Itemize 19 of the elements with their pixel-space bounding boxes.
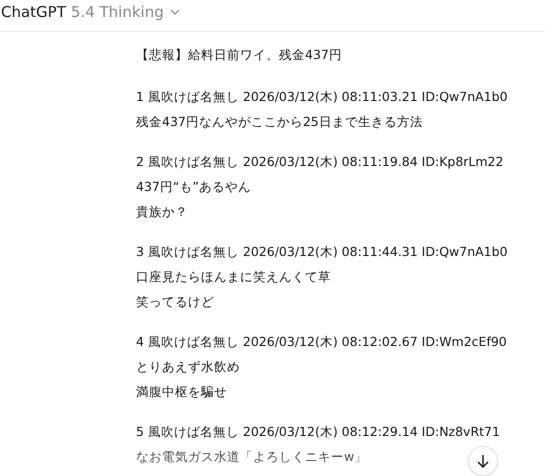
post-text: 口座見たらほんまに笑えんくて草 bbox=[136, 268, 331, 286]
post-header: 4 風吹けば名無し 2026/03/12(木) 08:12:02.67 ID:Wm2cEf90 bbox=[136, 333, 507, 351]
thread-title: 【悲報】給料日前ワイ、残金437円 bbox=[136, 46, 342, 64]
post-text: 満腹中枢を騙せ bbox=[136, 383, 227, 401]
post-text: 残金437円なんやがここから25日まで生きる方法 bbox=[136, 113, 423, 131]
post-text: 貴族か？ bbox=[136, 203, 188, 221]
scroll-down-button[interactable] bbox=[468, 446, 498, 476]
post-text: 437円“も”あるやん bbox=[136, 178, 251, 196]
model-selector[interactable]: 5.4 Thinking bbox=[70, 2, 180, 20]
post-header: 1 風吹けば名無し 2026/03/12(木) 08:11:03.21 ID:Qw7nA1b0 bbox=[136, 88, 508, 106]
app-name: ChatGPT bbox=[1, 2, 66, 20]
post-header: 5 風吹けば名無し 2026/03/12(木) 08:12:29.14 ID:Nz8vRt71 bbox=[136, 423, 500, 441]
post-header: 2 風吹けば名無し 2026/03/12(木) 08:11:19.84 ID:Kp8rLm22 bbox=[136, 153, 504, 171]
chevron-down-icon bbox=[170, 8, 180, 14]
post-header: 3 風吹けば名無し 2026/03/12(木) 08:11:44.31 ID:Qw7nA1b0 bbox=[136, 243, 508, 261]
post-text: 笑ってるけど bbox=[136, 293, 214, 311]
post-text: とりあえず水飲め bbox=[136, 358, 240, 376]
post-text: なお電気ガス水道「よろしくニキーw」 bbox=[136, 448, 368, 466]
arrow-down-icon bbox=[477, 454, 489, 468]
